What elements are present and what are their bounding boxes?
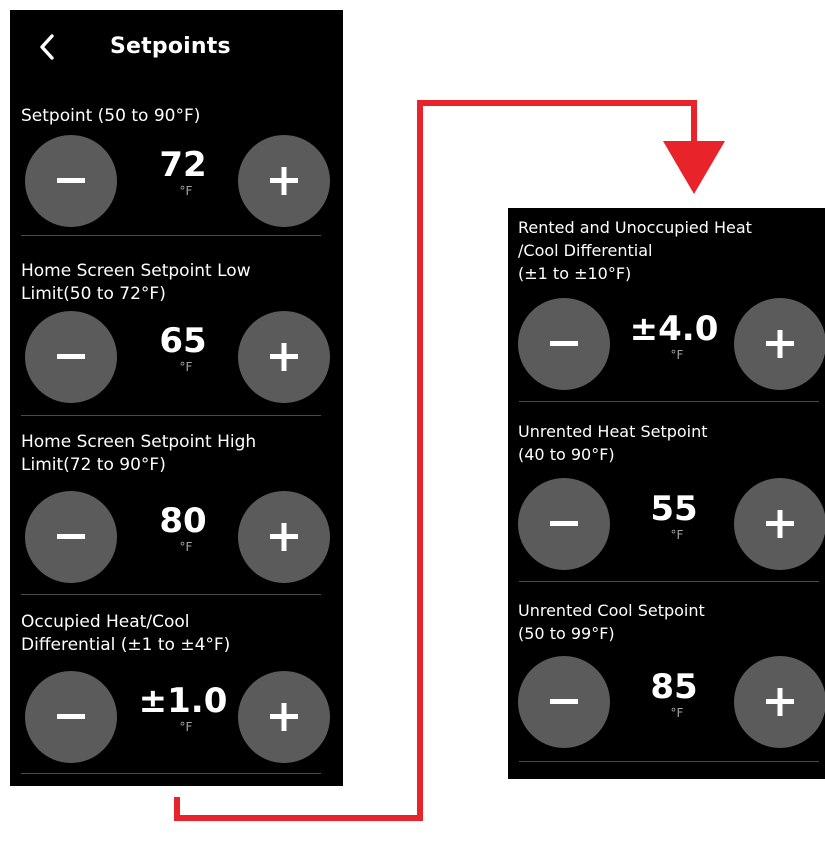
- value-text: 85: [650, 667, 698, 707]
- plus-icon: [766, 510, 794, 538]
- setting-label-line: Occupied Heat/Cool: [21, 612, 190, 632]
- setpoint-stepper: 72 °F: [10, 132, 343, 232]
- setting-label-line: Unrented Cool Setpoint: [518, 601, 705, 620]
- unrented-cool-stepper: 85 °F: [508, 654, 825, 754]
- unit-text: °F: [670, 348, 684, 362]
- back-button[interactable]: [32, 30, 62, 64]
- divider: [21, 415, 321, 416]
- setting-label: Occupied Heat/Cool Differential (±1 to ±…: [21, 611, 230, 657]
- unit-text: °F: [179, 720, 193, 734]
- setting-label: Unrented Heat Setpoint (40 to 90°F): [518, 420, 708, 466]
- setting-label-line: Home Screen Setpoint Low: [21, 261, 251, 281]
- increase-button[interactable]: [238, 311, 330, 403]
- value-display: ±4.0 °F: [599, 310, 749, 362]
- divider: [21, 773, 321, 774]
- plus-icon: [766, 688, 794, 716]
- value-text: 65: [159, 321, 207, 361]
- decrease-button[interactable]: [518, 298, 610, 390]
- decrease-button[interactable]: [25, 311, 117, 403]
- divider: [519, 401, 819, 402]
- value-display: 80 °F: [108, 502, 258, 554]
- unit-text: °F: [179, 184, 193, 198]
- value-display: 72 °F: [108, 146, 258, 198]
- setting-label-line: Unrented Heat Setpoint: [518, 422, 708, 441]
- setting-label-line: Home Screen Setpoint High: [21, 432, 257, 452]
- chevron-left-icon: [40, 34, 54, 60]
- header: Setpoints: [10, 10, 343, 94]
- unit-text: °F: [179, 360, 193, 374]
- value-text: 72: [159, 145, 207, 185]
- value-display: ±1.0 °F: [108, 682, 258, 734]
- increase-button[interactable]: [734, 298, 825, 390]
- setting-label: Home Screen Setpoint Low Limit(50 to 72°…: [21, 260, 251, 306]
- decrease-button[interactable]: [518, 478, 610, 570]
- decrease-button[interactable]: [518, 656, 610, 748]
- minus-icon: [57, 354, 85, 359]
- unit-text: °F: [670, 528, 684, 542]
- minus-icon: [550, 341, 578, 346]
- arrow-down-icon: [663, 141, 725, 194]
- divider: [519, 581, 819, 582]
- setpoints-panel-continued: Rented and Unoccupied Heat /Cool Differe…: [508, 208, 825, 779]
- increase-button[interactable]: [238, 491, 330, 583]
- setting-label: Home Screen Setpoint High Limit(72 to 90…: [21, 431, 256, 477]
- increase-button[interactable]: [238, 135, 330, 227]
- increase-button[interactable]: [238, 671, 330, 763]
- decrease-button[interactable]: [25, 671, 117, 763]
- setting-label-line: Limit(50 to 72°F): [21, 284, 166, 304]
- page-title: Setpoints: [110, 34, 231, 59]
- setting-label: Setpoint (50 to 90°F): [21, 105, 200, 128]
- divider: [21, 235, 321, 236]
- occupied-differential-stepper: ±1.0 °F: [10, 668, 343, 768]
- minus-icon: [550, 521, 578, 526]
- rented-unoccupied-differential-stepper: ±4.0 °F: [508, 296, 825, 396]
- setting-label-line: (40 to 90°F): [518, 445, 615, 464]
- minus-icon: [57, 714, 85, 719]
- value-display: 65 °F: [108, 322, 258, 374]
- setpoints-panel: Setpoints Setpoint (50 to 90°F) 72 °F Ho…: [10, 10, 343, 786]
- value-text: ±4.0: [629, 309, 719, 349]
- minus-icon: [57, 178, 85, 183]
- increase-button[interactable]: [734, 656, 825, 748]
- setting-label: Rented and Unoccupied Heat /Cool Differe…: [518, 216, 752, 285]
- unrented-heat-stepper: 55 °F: [508, 476, 825, 576]
- divider: [21, 594, 321, 595]
- decrease-button[interactable]: [25, 491, 117, 583]
- divider: [519, 761, 819, 762]
- plus-icon: [766, 330, 794, 358]
- low-limit-stepper: 65 °F: [10, 308, 343, 408]
- minus-icon: [57, 534, 85, 539]
- setting-label-line: /Cool Differential: [518, 241, 653, 260]
- setting-label-line: Rented and Unoccupied Heat: [518, 218, 752, 237]
- value-display: 85 °F: [599, 668, 749, 720]
- decrease-button[interactable]: [25, 135, 117, 227]
- unit-text: °F: [179, 540, 193, 554]
- value-display: 55 °F: [599, 490, 749, 542]
- setting-label-line: (50 to 99°F): [518, 624, 615, 643]
- setting-label: Unrented Cool Setpoint (50 to 99°F): [518, 599, 705, 645]
- value-text: 55: [650, 489, 698, 529]
- plus-icon: [270, 167, 298, 195]
- setting-label-line: Limit(72 to 90°F): [21, 455, 166, 475]
- setting-label-line: Differential (±1 to ±4°F): [21, 635, 231, 655]
- high-limit-stepper: 80 °F: [10, 488, 343, 588]
- setting-label-line: (±1 to ±10°F): [518, 264, 632, 283]
- plus-icon: [270, 343, 298, 371]
- minus-icon: [550, 699, 578, 704]
- unit-text: °F: [670, 706, 684, 720]
- plus-icon: [270, 703, 298, 731]
- value-text: ±1.0: [138, 681, 228, 721]
- value-text: 80: [159, 501, 207, 541]
- increase-button[interactable]: [734, 478, 825, 570]
- setting-label-line: Setpoint (50 to 90°F): [21, 106, 201, 126]
- plus-icon: [270, 523, 298, 551]
